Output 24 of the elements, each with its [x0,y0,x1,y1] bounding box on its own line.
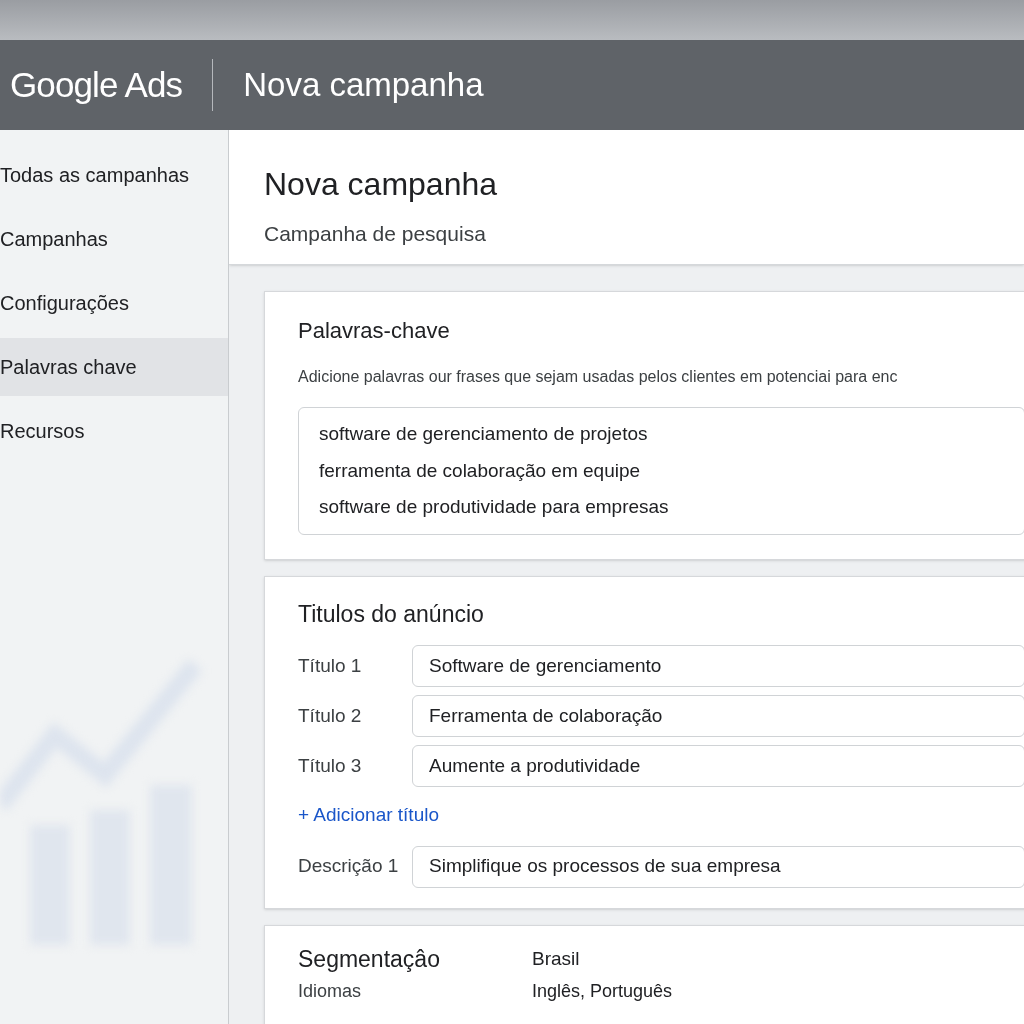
keyword-text: software de gerenciamento de projetos [319,422,649,446]
field-label: Título 1 [298,653,363,678]
sidebar-item[interactable]: Palavras chave [0,338,228,396]
keyword-text: software de produtividade para empresas [319,495,670,519]
logo: Google Ads [10,63,183,106]
section-title: Palavras-chave [298,317,451,345]
sidebar-item[interactable]: Configurações [0,274,228,332]
location-value: Brasil [532,946,580,971]
sidebar-item[interactable]: Todas as campanhas [0,146,228,204]
field-label: Idiomas [298,980,363,1003]
field-label: Título 2 [298,703,363,728]
sidebar-item[interactable]: Campanhas [0,210,228,268]
section-description: Adicione palavras our frases que sejam usadas pelos clientes em potenciai para enc [298,367,899,387]
field-label: Título 3 [298,753,363,778]
keyword-text: ferramenta de colaboração em equipe [319,458,642,483]
field-label: Descrição 1 [298,854,400,879]
sidebar-item[interactable]: Recursos [0,402,228,460]
languages-value: Inglês, Português [532,980,673,1003]
section-title: Titulos do anúncio [298,599,485,629]
add-title-link[interactable]: + Adicionar título [298,801,1024,830]
header-title: Nova campanha [243,65,484,106]
page-subtitle: Campanha de pesquisa [264,221,487,247]
page-title: Nova campanha [264,165,499,204]
section-title: Segmentaçâo [298,944,441,974]
